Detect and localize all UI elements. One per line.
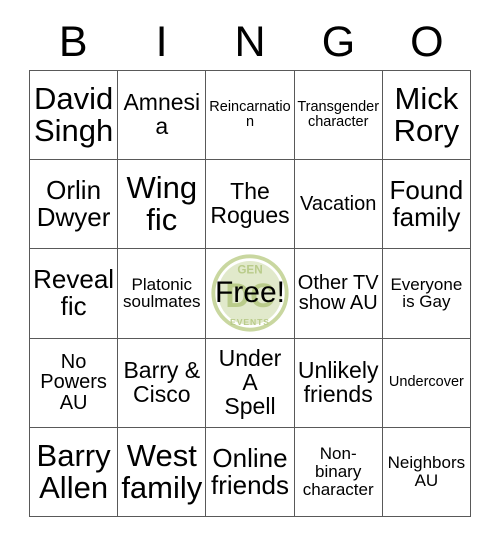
bingo-cell[interactable]: Everyone is Gay (382, 249, 471, 339)
bingo-cell-label: Vacation (300, 192, 377, 215)
bingo-cell-label: Orlin Dwyer (36, 175, 111, 233)
bingo-header-letter-n: N (234, 17, 266, 66)
bingo-header-row: B I N G O (29, 14, 471, 70)
bingo-cell[interactable]: Online friends (206, 427, 295, 517)
bingo-cell[interactable]: Wing fic (118, 160, 207, 250)
bingo-cell[interactable]: No Powers AU (30, 338, 119, 428)
bingo-cell-label: Barry & Cisco (123, 356, 201, 407)
bingo-card: B I N G O David Singh Amnesia Reincarnatio… (0, 0, 500, 544)
bingo-cell-label: No Powers AU (40, 350, 107, 415)
bingo-cell-label: Undercover (388, 374, 464, 391)
bingo-cell-label: Everyone is Gay (390, 274, 463, 312)
bingo-cell[interactable]: Unlikely friends (294, 338, 383, 428)
bingo-cell-label: Platonic soulmates (123, 274, 201, 312)
bingo-cell[interactable]: Barry Allen (30, 427, 119, 517)
bingo-grid: David Singh Amnesia Reincarnation Transgend… (29, 70, 471, 517)
bingo-cell[interactable]: Transgender character (294, 71, 383, 161)
bingo-cell-label: Under A Spell (218, 344, 282, 419)
bingo-cell-label: The Rogues (210, 178, 290, 229)
bingo-cell-label: Amnesia (123, 89, 201, 140)
bingo-cell-label: Unlikely friends (297, 356, 379, 407)
bingo-cell-label: Reveal fic (33, 264, 115, 322)
bingo-cell-label: West family (121, 437, 203, 505)
bingo-cell[interactable]: Amnesia (118, 71, 207, 161)
svg-text:EVENTS: EVENTS (230, 317, 270, 327)
bingo-cell-label: Online friends (210, 442, 290, 500)
bingo-cell[interactable]: Other TV show AU (294, 249, 383, 339)
bingo-cell[interactable]: Found family (382, 160, 471, 250)
bingo-cell-label: Reincarnation (209, 99, 291, 131)
bingo-cell-label: Non- binary character (302, 444, 374, 499)
bingo-cell[interactable]: Non- binary character (294, 427, 383, 517)
bingo-cell-label: Neighbors AU (387, 453, 466, 490)
bingo-free-space-label: Free! (214, 276, 285, 310)
bingo-cell[interactable]: West family (118, 427, 207, 517)
bingo-cell[interactable]: Reincarnation (206, 71, 295, 161)
svg-text:GEN: GEN (237, 264, 262, 277)
bingo-cell[interactable]: Neighbors AU (382, 427, 471, 517)
bingo-cell[interactable]: Orlin Dwyer (30, 160, 119, 250)
bingo-header-letter-b: B (58, 17, 88, 66)
bingo-header-letter-g: G (321, 17, 356, 66)
bingo-cell[interactable]: Under A Spell (206, 338, 295, 428)
bingo-cell-label: Barry Allen (36, 437, 111, 505)
bingo-cell[interactable]: David Singh (30, 71, 119, 161)
bingo-cell[interactable]: Vacation (294, 160, 383, 250)
bingo-header-letter-i: I (155, 17, 168, 66)
bingo-cell-label: Transgender character (297, 99, 380, 131)
bingo-cell-label: Mick Rory (393, 80, 460, 149)
bingo-cell[interactable]: Platonic soulmates (118, 249, 207, 339)
bingo-cell-label: Other TV show AU (297, 271, 379, 315)
bingo-cell[interactable]: Barry & Cisco (118, 338, 207, 428)
bingo-free-space-cell[interactable]: GEN EVENTS DC Free! (206, 249, 295, 339)
bingo-cell[interactable]: Reveal fic (30, 249, 119, 339)
bingo-header-letter-o: O (410, 17, 444, 66)
bingo-cell-label: Found family (389, 175, 464, 233)
bingo-cell[interactable]: The Rogues (206, 160, 295, 250)
bingo-cell-label: Wing fic (126, 170, 198, 238)
bingo-cell[interactable]: Undercover (382, 338, 471, 428)
bingo-cell-label: David Singh (33, 80, 114, 149)
bingo-cell[interactable]: Mick Rory (382, 71, 471, 161)
